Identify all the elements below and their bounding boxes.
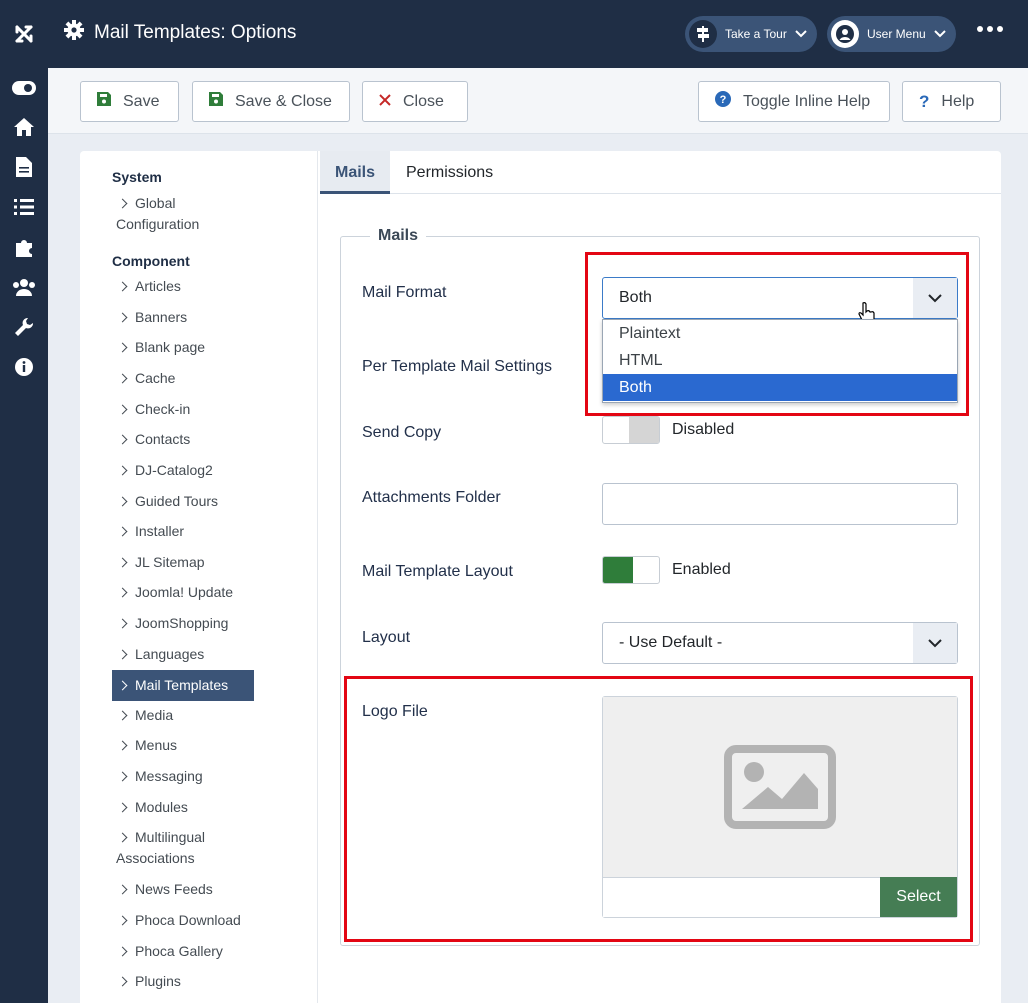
nav-item-joomshopping[interactable]: JoomShopping bbox=[112, 613, 254, 634]
nav-item-contacts[interactable]: Contacts bbox=[112, 429, 254, 450]
question-circle-icon: ? bbox=[715, 91, 731, 112]
logo-path-input[interactable] bbox=[603, 877, 881, 917]
nav-item-messaging[interactable]: Messaging bbox=[112, 766, 254, 787]
attachments-folder-label: Attachments Folder bbox=[362, 489, 501, 506]
toggle-menu-icon[interactable] bbox=[12, 76, 36, 100]
users-icon[interactable] bbox=[12, 275, 36, 299]
question-mark-icon: ? bbox=[919, 91, 930, 111]
mail-template-layout-label: Mail Template Layout bbox=[362, 563, 513, 580]
toolbar: Save Save & Close Close ? Toggle Inline … bbox=[48, 68, 1028, 134]
nav-item-banners[interactable]: Banners bbox=[112, 307, 254, 328]
admin-sidebar bbox=[0, 0, 48, 1003]
mail-template-layout-state: Enabled bbox=[672, 561, 731, 578]
logo-file-media-field: Select bbox=[602, 696, 958, 918]
nav-item-languages[interactable]: Languages bbox=[112, 644, 254, 665]
tab-mails[interactable]: Mails bbox=[320, 151, 391, 194]
nav-item-articles[interactable]: Articles bbox=[112, 276, 254, 297]
layout-select[interactable]: - Use Default - bbox=[602, 622, 958, 664]
nav-item-installer[interactable]: Installer bbox=[112, 521, 254, 542]
page-title: Mail Templates: Options bbox=[64, 20, 296, 46]
nav-item-jl-sitemap[interactable]: JL Sitemap bbox=[112, 552, 254, 573]
toggle-inline-help-button[interactable]: ? Toggle Inline Help bbox=[698, 81, 890, 122]
option-plaintext[interactable]: Plaintext bbox=[603, 320, 957, 347]
page-title-text: Mail Templates: Options bbox=[94, 22, 297, 43]
content-icon[interactable] bbox=[12, 155, 36, 179]
chevron-down-icon bbox=[913, 623, 957, 663]
option-both[interactable]: Both bbox=[603, 374, 957, 401]
nav-header-component: Component bbox=[112, 253, 190, 269]
info-icon[interactable] bbox=[12, 355, 36, 379]
system-wrench-icon[interactable] bbox=[12, 315, 36, 339]
nav-item-blank-page[interactable]: Blank page bbox=[112, 337, 254, 358]
select-logo-button[interactable]: Select bbox=[880, 877, 957, 917]
send-copy-state: Disabled bbox=[672, 421, 735, 438]
mail-format-label: Mail Format bbox=[362, 284, 447, 301]
save-button[interactable]: Save bbox=[80, 81, 179, 122]
take-a-tour-button[interactable]: Take a Tour bbox=[685, 16, 817, 52]
option-html[interactable]: HTML bbox=[603, 347, 957, 374]
chevron-down-icon bbox=[795, 27, 807, 41]
tab-permissions[interactable]: Permissions bbox=[391, 151, 508, 194]
more-menu-icon[interactable] bbox=[977, 26, 1003, 32]
mail-template-layout-toggle[interactable] bbox=[602, 556, 660, 584]
floppy-disk-icon bbox=[97, 92, 111, 111]
help-button[interactable]: ? Help bbox=[902, 81, 1001, 122]
save-close-button[interactable]: Save & Close bbox=[192, 81, 350, 122]
image-placeholder-icon bbox=[603, 697, 957, 877]
nav-item-plugins[interactable]: Plugins bbox=[112, 971, 254, 992]
nav-item-global-configuration[interactable]: Global Configuration bbox=[112, 193, 254, 235]
tab-bar: Mails Permissions bbox=[320, 151, 1001, 194]
nav-item-phoca-download[interactable]: Phoca Download bbox=[112, 910, 254, 931]
user-avatar-icon bbox=[831, 20, 859, 48]
mail-format-options: Plaintext HTML Both bbox=[602, 319, 958, 403]
floppy-disk-icon bbox=[209, 92, 223, 111]
per-template-mail-settings-label: Per Template Mail Settings bbox=[362, 358, 553, 375]
extensions-puzzle-icon[interactable] bbox=[12, 235, 36, 259]
mail-format-select[interactable]: Both bbox=[602, 277, 958, 319]
user-menu-button[interactable]: User Menu bbox=[827, 16, 956, 52]
nav-item-phoca-gallery[interactable]: Phoca Gallery bbox=[112, 941, 254, 962]
joomla-logo-icon[interactable] bbox=[0, 0, 48, 68]
gear-icon bbox=[64, 20, 84, 46]
svg-text:?: ? bbox=[720, 94, 727, 106]
nav-item-news-feeds[interactable]: News Feeds bbox=[112, 879, 254, 900]
attachments-folder-input[interactable] bbox=[602, 483, 958, 525]
component-nav: System Global Configuration Component Ar… bbox=[80, 151, 318, 1003]
chevron-down-icon bbox=[913, 278, 957, 318]
nav-item-cache[interactable]: Cache bbox=[112, 368, 254, 389]
home-icon[interactable] bbox=[12, 115, 36, 139]
nav-item-mail-templates[interactable]: Mail Templates bbox=[112, 670, 254, 701]
send-copy-toggle[interactable] bbox=[602, 416, 660, 444]
layout-label: Layout bbox=[362, 629, 411, 646]
nav-item-modules[interactable]: Modules bbox=[112, 797, 254, 818]
send-copy-label: Send Copy bbox=[362, 424, 442, 441]
top-header: Mail Templates: Options Take a Tour User… bbox=[48, 0, 1028, 68]
chevron-down-icon bbox=[933, 27, 946, 41]
nav-item-media[interactable]: Media bbox=[112, 705, 254, 726]
nav-item-guided-tours[interactable]: Guided Tours bbox=[112, 491, 254, 512]
nav-item-multilingual-associations[interactable]: Multilingual Associations bbox=[112, 827, 254, 869]
logo-file-label: Logo File bbox=[362, 703, 428, 720]
nav-item-joomla-update[interactable]: Joomla! Update bbox=[112, 582, 254, 603]
options-panel: System Global Configuration Component Ar… bbox=[80, 151, 1001, 1003]
fieldset-legend: Mails bbox=[370, 227, 427, 245]
signpost-icon bbox=[689, 20, 717, 48]
menus-list-icon[interactable] bbox=[12, 195, 36, 219]
nav-header-system: System bbox=[112, 169, 162, 185]
close-x-icon bbox=[379, 93, 391, 111]
nav-item-dj-catalog2[interactable]: DJ-Catalog2 bbox=[112, 460, 254, 481]
nav-item-check-in[interactable]: Check-in bbox=[112, 399, 254, 420]
nav-item-menus[interactable]: Menus bbox=[112, 735, 254, 756]
close-button[interactable]: Close bbox=[362, 81, 468, 122]
